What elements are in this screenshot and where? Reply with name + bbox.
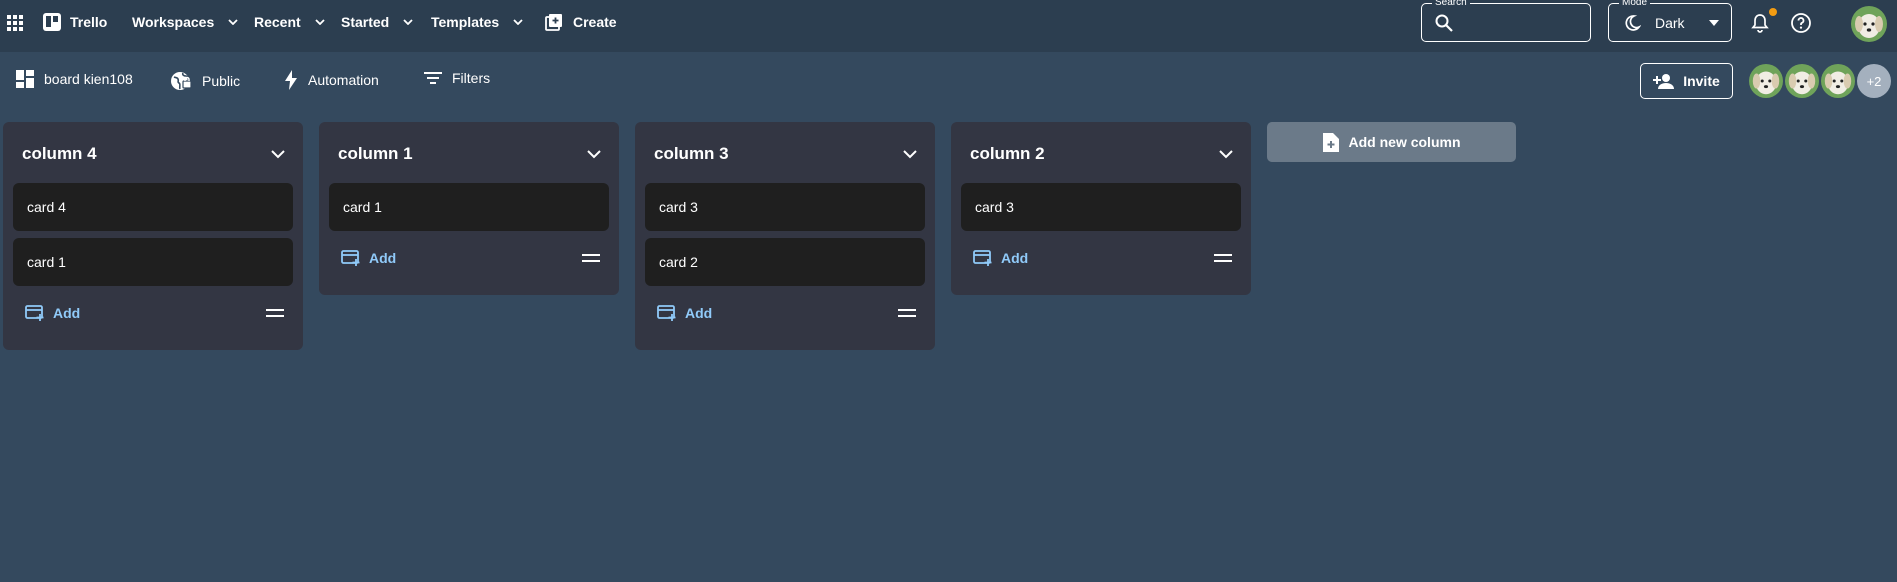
menu-workspaces-label: Workspaces bbox=[132, 14, 215, 30]
filters-button[interactable]: Filters bbox=[424, 70, 490, 86]
filters-label: Filters bbox=[452, 70, 491, 86]
add-new-column-button[interactable]: Add new column bbox=[1267, 122, 1516, 162]
expand-more-icon[interactable] bbox=[903, 149, 917, 159]
menu-recent[interactable]: Recent bbox=[254, 0, 325, 44]
visibility-label: Public bbox=[202, 73, 241, 89]
add-new-column-label: Add new column bbox=[1348, 134, 1461, 150]
app-bar: Trello Workspaces Recent Started Templat… bbox=[0, 0, 1897, 52]
column-header[interactable]: column 1 bbox=[329, 132, 609, 176]
public-globe-icon bbox=[170, 70, 192, 92]
mode-select[interactable]: Mode Dark bbox=[1608, 0, 1732, 42]
menu-workspaces[interactable]: Workspaces bbox=[132, 0, 238, 44]
apps-grid-icon[interactable] bbox=[7, 15, 23, 31]
menu-started-label: Started bbox=[341, 14, 390, 30]
card[interactable]: card 3 bbox=[645, 183, 925, 231]
add-card-icon bbox=[341, 249, 361, 267]
add-card-button[interactable]: Add bbox=[341, 249, 396, 267]
drag-handle-icon[interactable] bbox=[266, 309, 284, 317]
help-icon[interactable] bbox=[1790, 12, 1812, 34]
add-card-label: Add bbox=[53, 305, 81, 321]
search-legend: Search bbox=[1432, 0, 1470, 9]
search-icon bbox=[1434, 13, 1454, 33]
create-button[interactable]: Create bbox=[545, 13, 617, 31]
expand-more-icon[interactable] bbox=[587, 149, 601, 159]
card[interactable]: card 3 bbox=[961, 183, 1241, 231]
column-footer: Add bbox=[329, 231, 609, 285]
board-column[interactable]: column 4 card 4 card 1 Add bbox=[3, 122, 303, 350]
card[interactable]: card 4 bbox=[13, 183, 293, 231]
caret-down-icon bbox=[1709, 20, 1719, 26]
menu-templates[interactable]: Templates bbox=[431, 0, 523, 44]
add-card-button[interactable]: Add bbox=[657, 304, 712, 322]
board-name: board kien108 bbox=[44, 71, 133, 87]
board-column[interactable]: column 2 card 3 Add bbox=[951, 122, 1251, 295]
search-field[interactable]: Search bbox=[1421, 0, 1591, 42]
column-footer: Add bbox=[961, 231, 1241, 285]
chevron-down-icon bbox=[228, 19, 238, 25]
column-header[interactable]: column 4 bbox=[13, 132, 293, 176]
note-add-icon bbox=[1322, 132, 1339, 152]
create-label: Create bbox=[573, 14, 617, 30]
column-title: column 2 bbox=[970, 144, 1045, 163]
drag-handle-icon[interactable] bbox=[582, 254, 600, 262]
board-column[interactable]: column 3 card 3 card 2 Add bbox=[635, 122, 935, 350]
column-title: column 4 bbox=[22, 144, 97, 163]
member-avatar[interactable] bbox=[1785, 64, 1819, 98]
drag-handle-icon[interactable] bbox=[1214, 254, 1232, 262]
column-header[interactable]: column 2 bbox=[961, 132, 1241, 176]
automation-label: Automation bbox=[308, 72, 379, 88]
invite-button[interactable]: Invite bbox=[1640, 63, 1733, 99]
board-column[interactable]: column 1 card 1 Add bbox=[319, 122, 619, 295]
column-footer: Add bbox=[645, 286, 925, 340]
filter-list-icon bbox=[424, 71, 442, 85]
expand-more-icon[interactable] bbox=[271, 149, 285, 159]
trello-icon bbox=[43, 13, 61, 31]
bolt-icon bbox=[284, 70, 298, 90]
board-name-button[interactable]: board kien108 bbox=[16, 70, 133, 88]
invite-label: Invite bbox=[1683, 73, 1720, 89]
notification-badge bbox=[1769, 8, 1777, 16]
menu-started[interactable]: Started bbox=[341, 0, 413, 44]
card[interactable]: card 1 bbox=[13, 238, 293, 286]
user-avatar[interactable] bbox=[1851, 6, 1887, 42]
board-bar: board kien108 Public Automation Filters … bbox=[0, 52, 1897, 112]
chevron-down-icon bbox=[403, 19, 413, 25]
dashboard-icon bbox=[16, 70, 34, 88]
add-card-icon bbox=[25, 304, 45, 322]
library-add-icon bbox=[545, 13, 563, 31]
add-card-label: Add bbox=[685, 305, 713, 321]
add-card-icon bbox=[973, 249, 993, 267]
board-members: +2 bbox=[1749, 64, 1891, 98]
drag-handle-icon[interactable] bbox=[898, 309, 916, 317]
column-title: column 3 bbox=[654, 144, 729, 163]
chevron-down-icon bbox=[513, 19, 523, 25]
column-title: column 1 bbox=[338, 144, 413, 163]
more-members-badge[interactable]: +2 bbox=[1857, 64, 1891, 98]
add-card-button[interactable]: Add bbox=[973, 249, 1028, 267]
add-card-label: Add bbox=[1001, 250, 1029, 266]
moon-icon bbox=[1623, 14, 1641, 32]
person-add-icon bbox=[1653, 73, 1675, 89]
column-footer: Add bbox=[13, 286, 293, 340]
brand-name: Trello bbox=[70, 14, 108, 30]
card[interactable]: card 2 bbox=[645, 238, 925, 286]
member-avatar[interactable] bbox=[1821, 64, 1855, 98]
card[interactable]: card 1 bbox=[329, 183, 609, 231]
automation-button[interactable]: Automation bbox=[284, 70, 379, 90]
expand-more-icon[interactable] bbox=[1219, 149, 1233, 159]
menu-templates-label: Templates bbox=[431, 14, 500, 30]
add-card-button[interactable]: Add bbox=[25, 304, 80, 322]
brand-logo[interactable]: Trello bbox=[43, 13, 107, 31]
mode-value: Dark bbox=[1655, 15, 1685, 31]
menu-recent-label: Recent bbox=[254, 14, 301, 30]
add-card-icon bbox=[657, 304, 677, 322]
visibility-button[interactable]: Public bbox=[170, 70, 240, 92]
column-header[interactable]: column 3 bbox=[645, 132, 925, 176]
mode-legend: Mode bbox=[1619, 0, 1651, 9]
add-card-label: Add bbox=[369, 250, 397, 266]
notifications-icon[interactable] bbox=[1751, 13, 1769, 33]
member-avatar[interactable] bbox=[1749, 64, 1783, 98]
chevron-down-icon bbox=[315, 19, 325, 25]
